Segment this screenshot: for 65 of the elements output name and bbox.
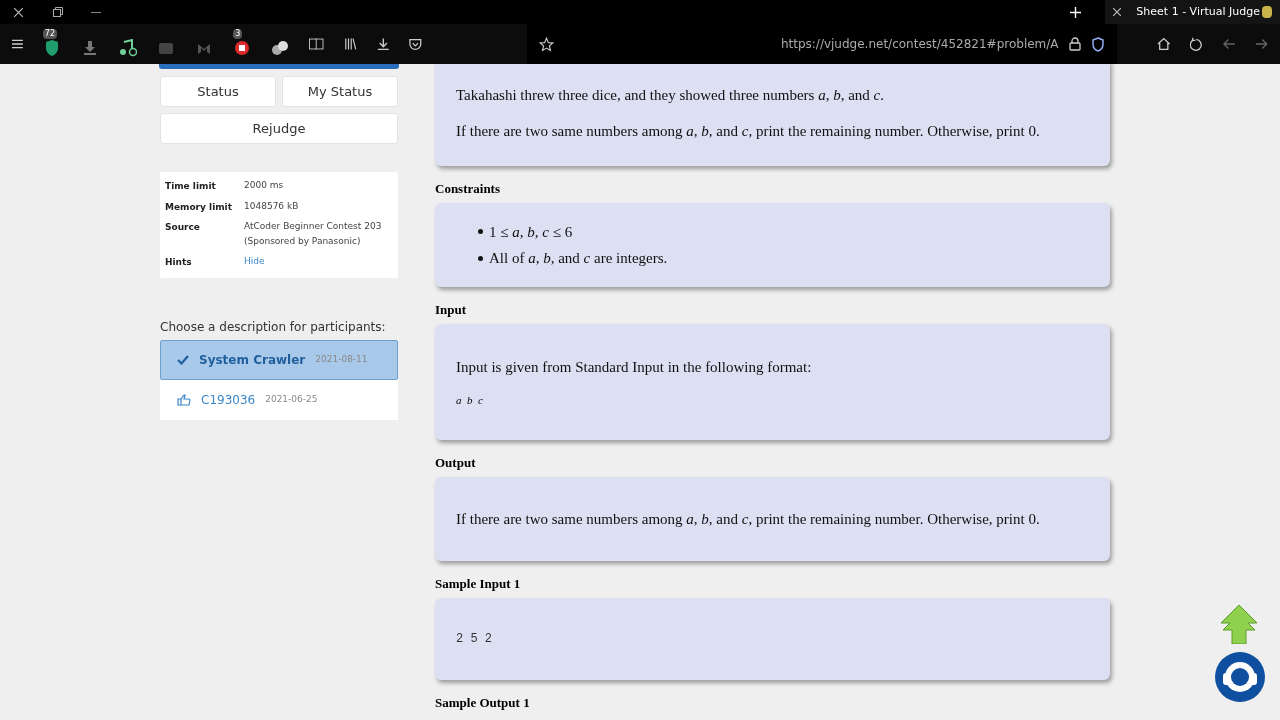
music-extension-icon[interactable] [119, 39, 138, 57]
info-value: 1048576 kB [244, 199, 300, 213]
close-icon[interactable] [14, 7, 23, 17]
bullet-icon [478, 255, 483, 261]
hide-link[interactable]: Hide [244, 254, 393, 270]
url-text: https://vjudge.net/contest/452821#problem/A [780, 36, 1059, 53]
problem-paragraph: Takahashi threw three dice, and they showed three numbers a, b, and c. [456, 85, 885, 105]
menu-icon[interactable] [12, 39, 23, 49]
section-heading: Sample Output 1 [435, 695, 531, 711]
description-item[interactable]: System Crawler 2021-08-11 [160, 339, 398, 380]
info-label: Source [165, 221, 201, 234]
section-heading: Output [435, 455, 477, 471]
info-label: Time limit [165, 180, 217, 193]
info-label: Memory limit [165, 200, 233, 214]
reload-icon[interactable] [1190, 37, 1203, 51]
bullet-icon [478, 229, 483, 235]
description-prompt: Choose a description for participants: [160, 318, 387, 336]
info-label: Hints [165, 256, 193, 269]
forward-arrow-icon[interactable] [1255, 38, 1269, 50]
thumbs-up-icon [177, 393, 191, 406]
minimize-icon[interactable] [91, 11, 101, 13]
pocket-icon[interactable] [409, 37, 422, 51]
download-extension-icon[interactable] [82, 40, 97, 56]
check-icon [177, 354, 189, 365]
sample-code: 2 5 2 [456, 631, 493, 648]
home-icon[interactable] [1156, 37, 1171, 51]
constraint-text: 1 ≤ a, b, c ≤ 6 [489, 222, 573, 242]
star-icon[interactable] [538, 36, 554, 52]
rejudge-button[interactable]: Rejudge [160, 113, 398, 144]
new-tab-icon[interactable] [1070, 6, 1081, 18]
address-bar[interactable]: https://vjudge.net/contest/452821#problem/A [526, 24, 1117, 64]
shield-extension-icon[interactable] [43, 39, 60, 57]
input-format: a b c [456, 393, 484, 408]
problem-paragraph: If there are two same numbers among a, b, and c, print the remaining number. Otherwise, print 0. [456, 122, 1041, 141]
info-value: AtCoder Beginner Contest 203 (Sponsored by Panasonic) [244, 220, 383, 248]
chat-support-icon[interactable] [1214, 651, 1266, 703]
description-date: 2021-06-25 [265, 392, 318, 406]
back-arrow-icon[interactable] [1222, 38, 1236, 50]
section-heading: Input [435, 302, 468, 318]
status-button[interactable]: My Status [282, 76, 398, 107]
constraint-text: All of a, b, and c are integers. [489, 249, 668, 268]
tab-title: Sheet 1 - Virtual Judge [1136, 3, 1260, 20]
shield-icon[interactable] [1090, 36, 1105, 52]
library-icon[interactable] [343, 37, 357, 51]
lock-icon [1068, 37, 1081, 51]
problem-paragraph: Input is given from Standard Input in the following format: [456, 357, 813, 377]
restore-icon[interactable] [53, 7, 63, 17]
badge-count: 3 [233, 29, 243, 39]
download-icon[interactable] [376, 37, 390, 51]
description-name: System Crawler [199, 351, 306, 369]
info-value: 2000 ms [244, 179, 285, 192]
record-extension-icon[interactable] [234, 40, 251, 56]
section-heading: Constraints [435, 181, 501, 197]
sidebar-icon[interactable] [309, 38, 324, 50]
balls-extension-icon[interactable] [271, 40, 290, 56]
close-icon[interactable] [1113, 8, 1121, 16]
browser-tab[interactable]: Sheet 1 - Virtual Judge [1105, 0, 1280, 24]
description-name: C193036 [201, 391, 256, 409]
site-icon [1262, 6, 1272, 18]
status-button[interactable]: Status [160, 76, 276, 107]
section-heading: Sample Input 1 [435, 576, 522, 592]
badge-count: 72 [42, 29, 58, 39]
scroll-to-top-icon[interactable] [1220, 604, 1258, 644]
problem-paragraph: If there are two same numbers among a, b, and c, print the remaining number. Otherwise, print 0. [456, 509, 1041, 529]
description-date: 2021-08-11 [315, 352, 368, 366]
